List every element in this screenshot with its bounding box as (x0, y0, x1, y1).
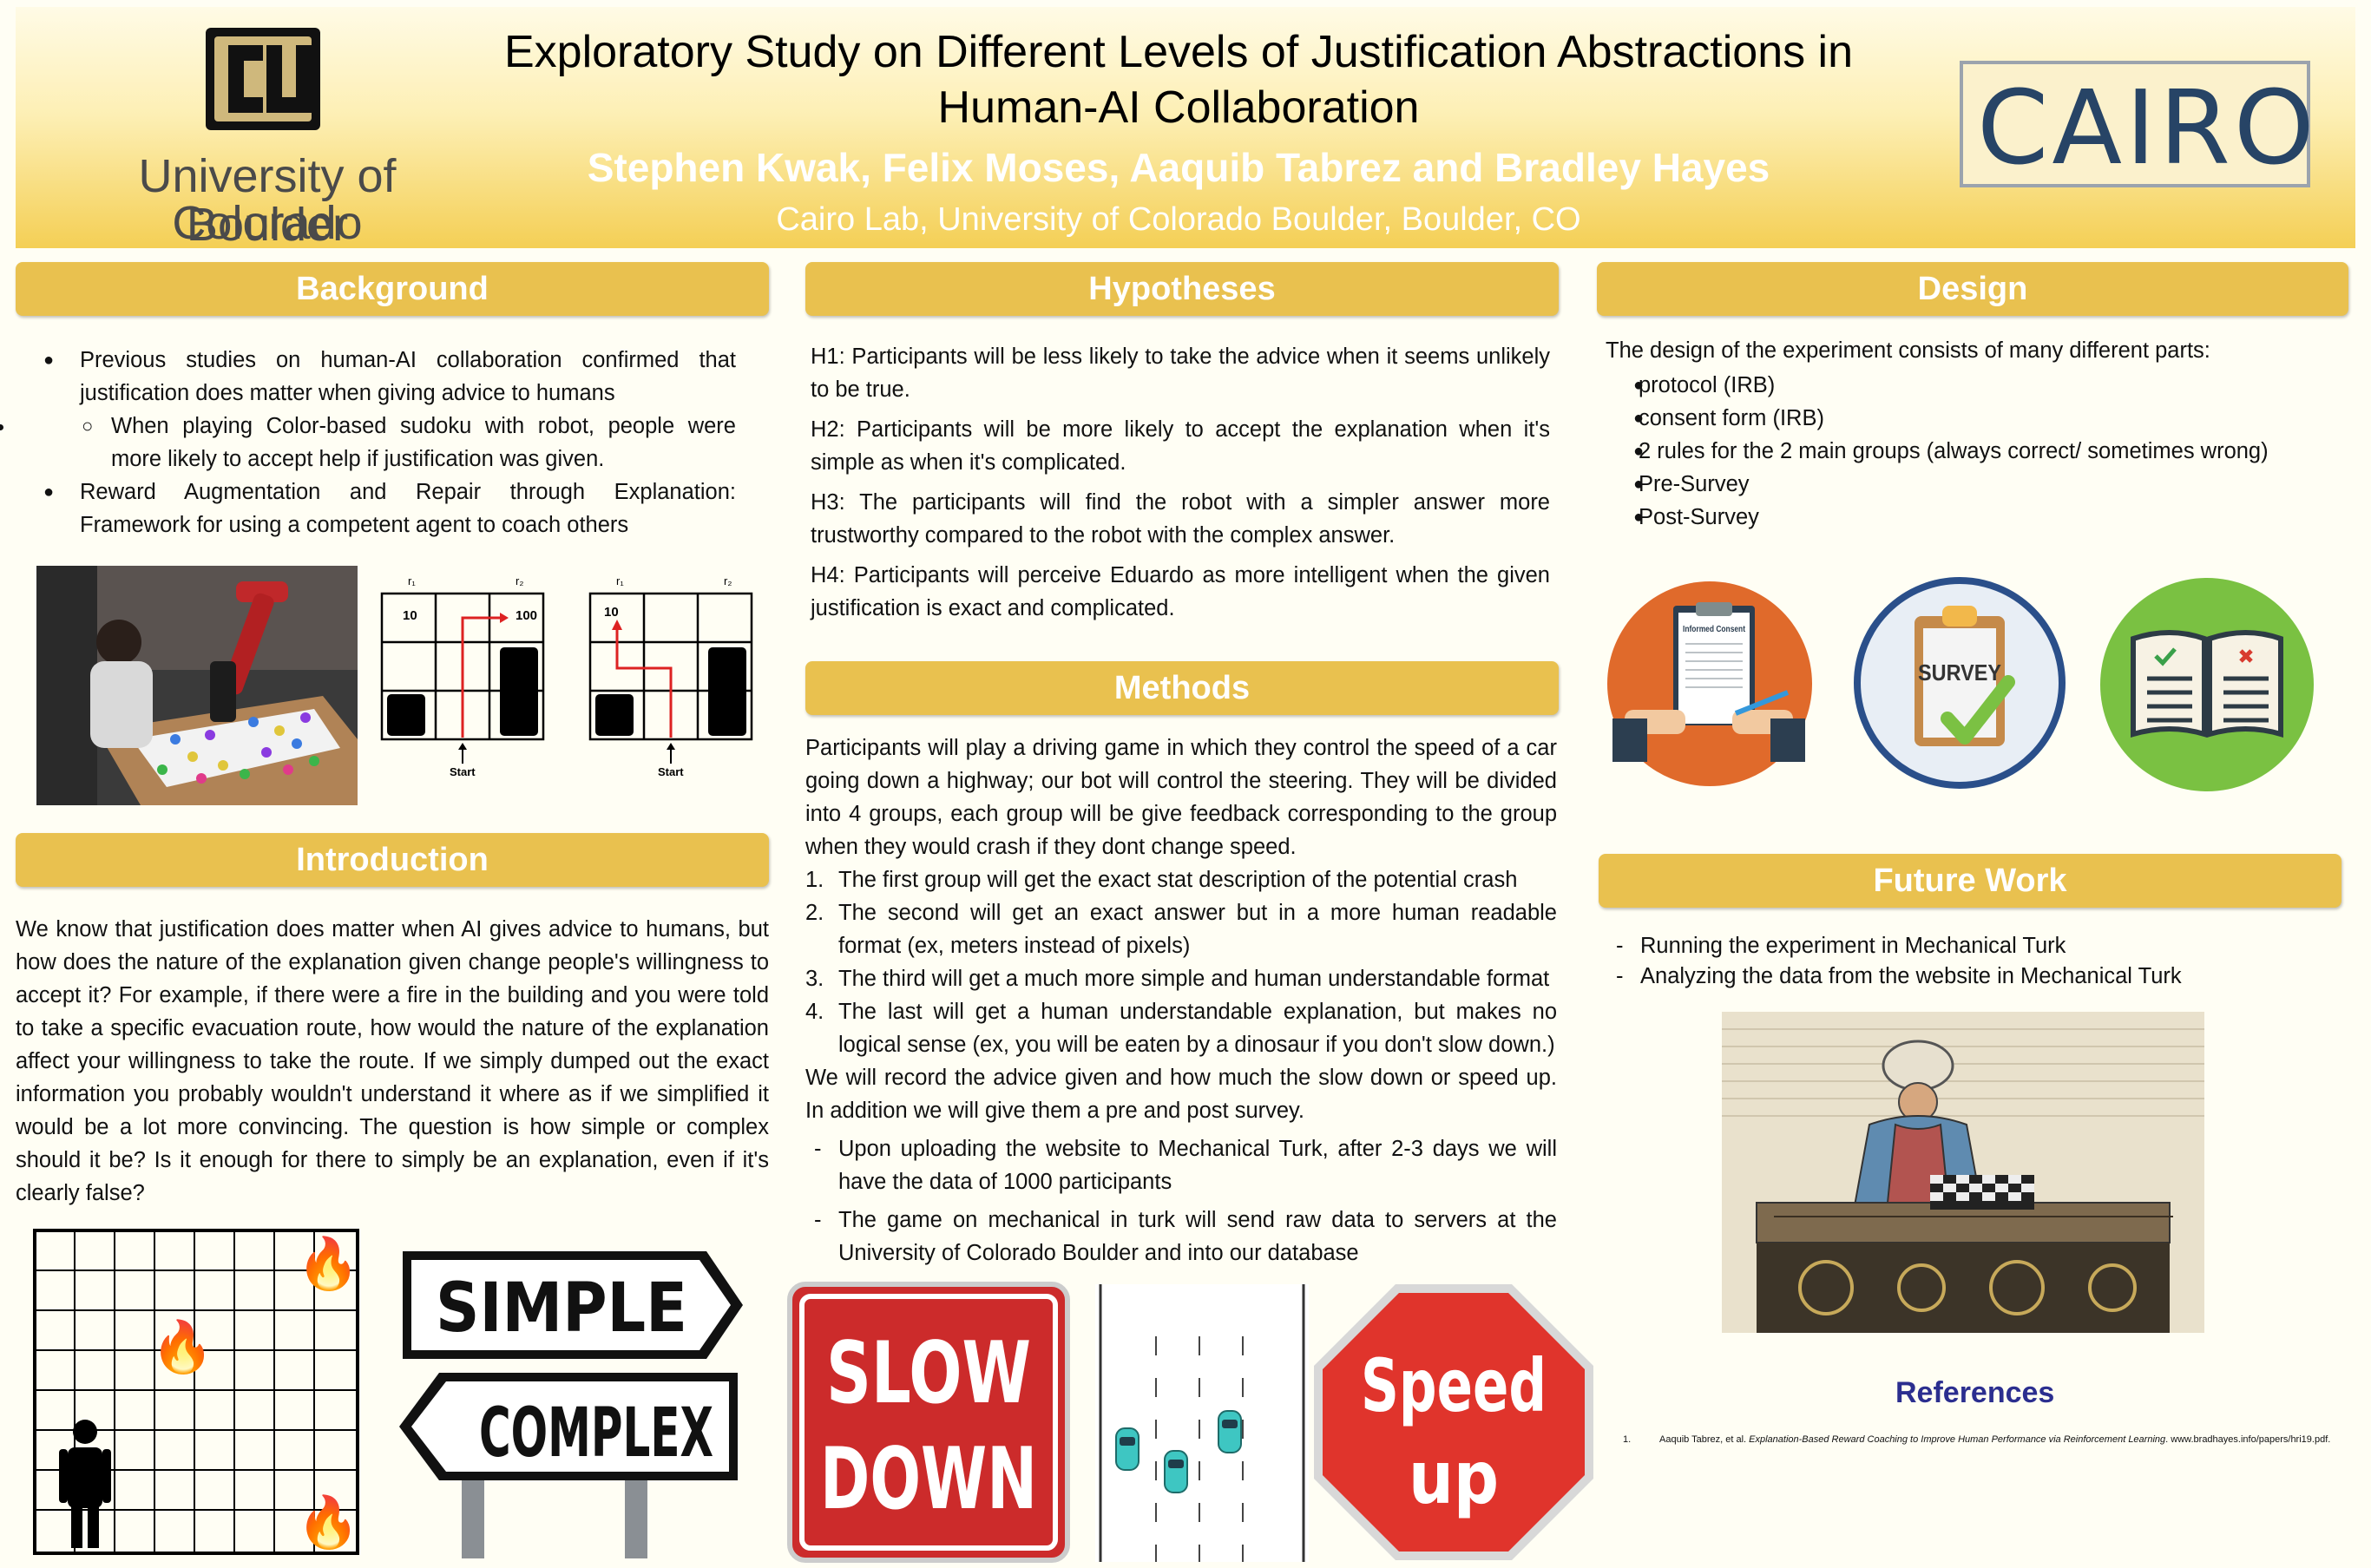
list-number: 3. (805, 967, 824, 991)
car-icon (1115, 1427, 1140, 1471)
hypothesis-item: H3: The participants will find the robot… (811, 490, 1550, 548)
background-bullet: Reward Augmentation and Repair through E… (16, 476, 736, 541)
methods-list-item: 4. The last will get a human understandab… (805, 995, 1557, 1061)
design-heading: Design (1597, 262, 2348, 316)
mechanical-turk-illustration (1722, 1012, 2204, 1333)
background-body: Previous studies on human-AI collaborati… (16, 344, 736, 541)
fire-icon: 🔥 (151, 1318, 213, 1375)
reference-authors: Aaquib Tabrez, et al. (1659, 1434, 1750, 1445)
car-icon (1164, 1450, 1188, 1493)
list-text: The third will get a much more simple an… (838, 967, 1550, 991)
hypotheses-heading: Hypotheses (805, 262, 1559, 316)
speed-up-sign: Speed up (1314, 1284, 1593, 1560)
reference-entry: Aaquib Tabrez, et al. Explanation-Based … (1659, 1432, 2345, 1447)
evacuation-grid-illustration: 🔥 🔥 🔥 (33, 1229, 359, 1555)
future-work-body: Running the experiment in Mechanical Tur… (1607, 931, 2336, 992)
list-text: The first group will get the exact stat … (838, 868, 1518, 892)
grid-label-r1: r₁ (616, 574, 624, 587)
introduction-heading: Introduction (16, 833, 769, 887)
simple-complex-sign: SIMPLE COMPLEX (399, 1251, 743, 1558)
robot-sudoku-photo (36, 566, 358, 805)
future-work-heading: Future Work (1599, 854, 2341, 908)
cairo-lab-logo: CAIRO (1960, 61, 2315, 187)
poster-authors: Stephen Kwak, Felix Moses, Aaquib Tabrez… (587, 145, 1770, 190)
design-item: protocol (IRB) (1606, 369, 2343, 402)
methods-after: We will record the advice given and how … (805, 1066, 1557, 1123)
hypotheses-list: H1: Participants will be less likely to … (811, 340, 1550, 632)
background-bullet: Previous studies on human-AI collaborati… (16, 344, 736, 410)
reference-title: Explanation-Based Reward Coaching to Imp… (1749, 1434, 2166, 1445)
reward-grid-diagram-2: r₁ r₂ 10 Start (588, 574, 753, 778)
grid-value-10: 10 (403, 608, 417, 623)
poster-title: Exploratory Study on Different Levels of… (503, 27, 1854, 133)
list-text: The last will get a human understandable… (838, 1000, 1557, 1057)
slow-text: SLOW (826, 1324, 1031, 1423)
references-heading: References (1895, 1376, 2055, 1409)
list-number: 4. (805, 1000, 824, 1024)
grid-label-r2: r₂ (724, 574, 732, 587)
methods-list-item: 3. The third will get a much more simple … (805, 962, 1557, 995)
future-work-item: Running the experiment in Mechanical Tur… (1607, 931, 2336, 961)
introduction-text: We know that justification does matter w… (16, 917, 769, 1205)
poster-header: University of Colorado Boulder Explorato… (16, 7, 2355, 248)
grid-label-r2: r₂ (516, 574, 523, 587)
sign-complex-text: COMPLEX (479, 1394, 713, 1473)
list-number: 1. (805, 868, 824, 892)
grid-start-label: Start (658, 765, 684, 778)
survey-label: SURVEY (1918, 659, 2001, 686)
speed-text: Speed (1361, 1343, 1547, 1428)
design-intro: The design of the experiment consists of… (1606, 338, 2210, 363)
consent-label: Informed Consent (1683, 625, 1746, 634)
highway-illustration (1095, 1284, 1309, 1562)
design-item: Post-Survey (1606, 501, 2343, 534)
reference-url: . www.bradhayes.info/papers/hri19.pdf. (2165, 1434, 2331, 1445)
design-body: The design of the experiment consists of… (1606, 334, 2343, 534)
methods-list-item: 2. The second will get an exact answer bu… (805, 896, 1557, 962)
methods-list-item: 1. The first group will get the exact sta… (805, 863, 1557, 896)
background-sub-bullet: When playing Color-based sudoku with rob… (16, 410, 736, 476)
sign-simple-text: SIMPLE (436, 1269, 687, 1348)
hypothesis-item: H4: Participants will perceive Eduardo a… (811, 563, 1550, 620)
reward-grid-diagram-1: r₁ r₂ 10 100 Start (380, 574, 545, 778)
methods-dash-item: Upon uploading the website to Mechanical… (805, 1132, 1557, 1198)
methods-body: Participants will play a driving game in… (805, 732, 1557, 1269)
hypothesis-item: H2: Participants will be more likely to … (811, 417, 1550, 475)
methods-heading: Methods (805, 661, 1559, 715)
grid-value-100: 100 (516, 608, 537, 623)
person-icon (59, 1420, 111, 1548)
methods-intro: Participants will play a driving game in… (805, 736, 1557, 859)
fire-icon: 🔥 (297, 1493, 359, 1551)
grid-value-10: 10 (604, 605, 619, 620)
poster-affiliation: Cairo Lab, University of Colorado Boulde… (776, 201, 1581, 238)
design-item: Pre-Survey (1606, 468, 2343, 501)
methods-dash-item: The game on mechanical in turk will send… (805, 1204, 1557, 1269)
design-item: 2 rules for the 2 main groups (always co… (1606, 435, 2343, 468)
survey-icon: SURVEY (1854, 577, 2066, 789)
cu-mark-icon (206, 28, 320, 130)
background-heading: Background (16, 262, 769, 316)
consent-form-icon: Informed Consent (1607, 581, 1812, 786)
university-logo: University of Colorado Boulder (50, 24, 484, 248)
down-text: DOWN (820, 1430, 1037, 1529)
design-item: consent form (IRB) (1606, 402, 2343, 435)
up-text: up (1409, 1435, 1499, 1520)
checklist-book-icon (2100, 578, 2314, 791)
car-icon (1218, 1410, 1242, 1453)
cairo-logo-text: CAIRO (1977, 68, 2318, 187)
university-city: Boulder (186, 199, 349, 251)
slow-down-sign: SLOW DOWN (787, 1282, 1070, 1563)
list-text: The second will get an exact answer but … (838, 901, 1557, 958)
hypothesis-item: H1: Participants will be less likely to … (811, 344, 1550, 402)
list-number: 2. (805, 901, 824, 925)
grid-label-r1: r₁ (408, 574, 416, 587)
fire-icon: 🔥 (297, 1235, 359, 1292)
grid-start-label: Start (450, 765, 476, 778)
future-work-item: Analyzing the data from the website in M… (1607, 961, 2336, 992)
reference-number: 1. (1623, 1434, 1632, 1445)
